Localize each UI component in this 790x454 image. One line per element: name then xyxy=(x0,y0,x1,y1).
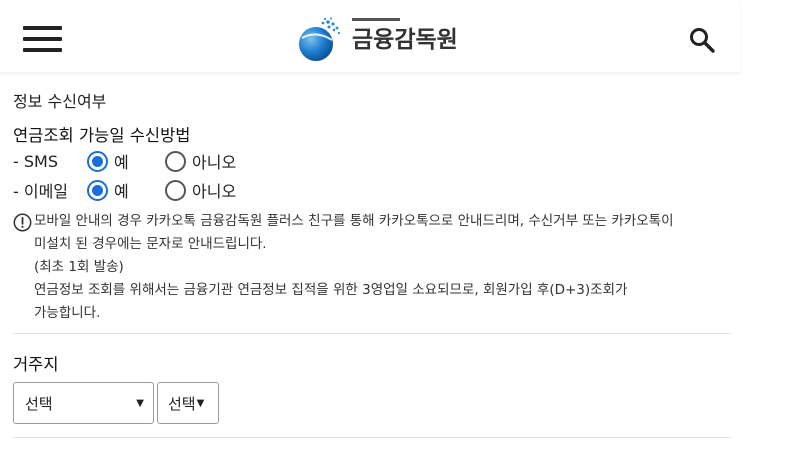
residence-region-select[interactable]: 선택 ▼ xyxy=(13,382,154,424)
exclamation-circle-icon xyxy=(13,213,32,232)
section-divider xyxy=(13,437,731,438)
notice-line: 연금정보 조회를 위해서는 금융기관 연금정보 집적을 위한 3영업일 소요되므… xyxy=(34,282,628,298)
section-divider xyxy=(13,333,731,334)
email-yes-radio[interactable]: 예 xyxy=(87,178,165,202)
sub-title-receive-method: 연금조회 가능일 수신방법 xyxy=(13,126,191,145)
residence-title: 거주지 xyxy=(13,355,59,374)
sms-yes-radio[interactable]: 예 xyxy=(87,149,165,173)
notice-box: 모바일 안내의 경우 카카오톡 금융감독원 플러스 친구를 통해 카카오톡으로 … xyxy=(13,210,731,325)
option-label-email: - 이메일 xyxy=(13,182,69,201)
hamburger-menu-icon[interactable] xyxy=(23,24,63,54)
sms-no-radio[interactable]: 아니오 xyxy=(165,149,236,173)
select-value: 선택 xyxy=(168,394,196,413)
search-icon[interactable] xyxy=(688,26,716,54)
radio-button-unchecked[interactable] xyxy=(165,179,186,201)
radio-button-unchecked[interactable] xyxy=(165,150,186,172)
app-header: 금융감독원 xyxy=(0,0,740,72)
logo-bar xyxy=(352,18,400,21)
notice-line: 모바일 안내의 경우 카카오톡 금융감독원 플러스 친구를 통해 카카오톡으로 … xyxy=(34,213,674,229)
option-row-sms: - SMS 예 아니오 xyxy=(13,149,236,173)
residence-district-select[interactable]: 선택 ▼ xyxy=(157,382,219,424)
option-row-email: - 이메일 예 아니오 xyxy=(13,178,236,202)
email-no-radio[interactable]: 아니오 xyxy=(165,178,236,202)
notice-line: 가능합니다. xyxy=(34,305,101,321)
notice-line: 미설치 된 경우에는 문자로 안내드립니다. xyxy=(34,236,267,252)
select-value: 선택 xyxy=(25,394,53,413)
notice-line: (최초 1회 발송) xyxy=(34,259,124,275)
fss-logo[interactable]: 금융감독원 xyxy=(296,15,458,65)
section-title-info-receive: 정보 수신여부 xyxy=(13,92,107,111)
radio-button-checked[interactable] xyxy=(87,150,108,172)
option-label-sms: - SMS xyxy=(13,151,58,171)
logo-text: 금융감독원 xyxy=(352,27,458,53)
caret-down-icon: ▼ xyxy=(196,397,205,409)
radio-button-checked[interactable] xyxy=(87,179,108,201)
fss-globe-icon xyxy=(299,17,341,61)
caret-down-icon: ▼ xyxy=(136,397,144,409)
